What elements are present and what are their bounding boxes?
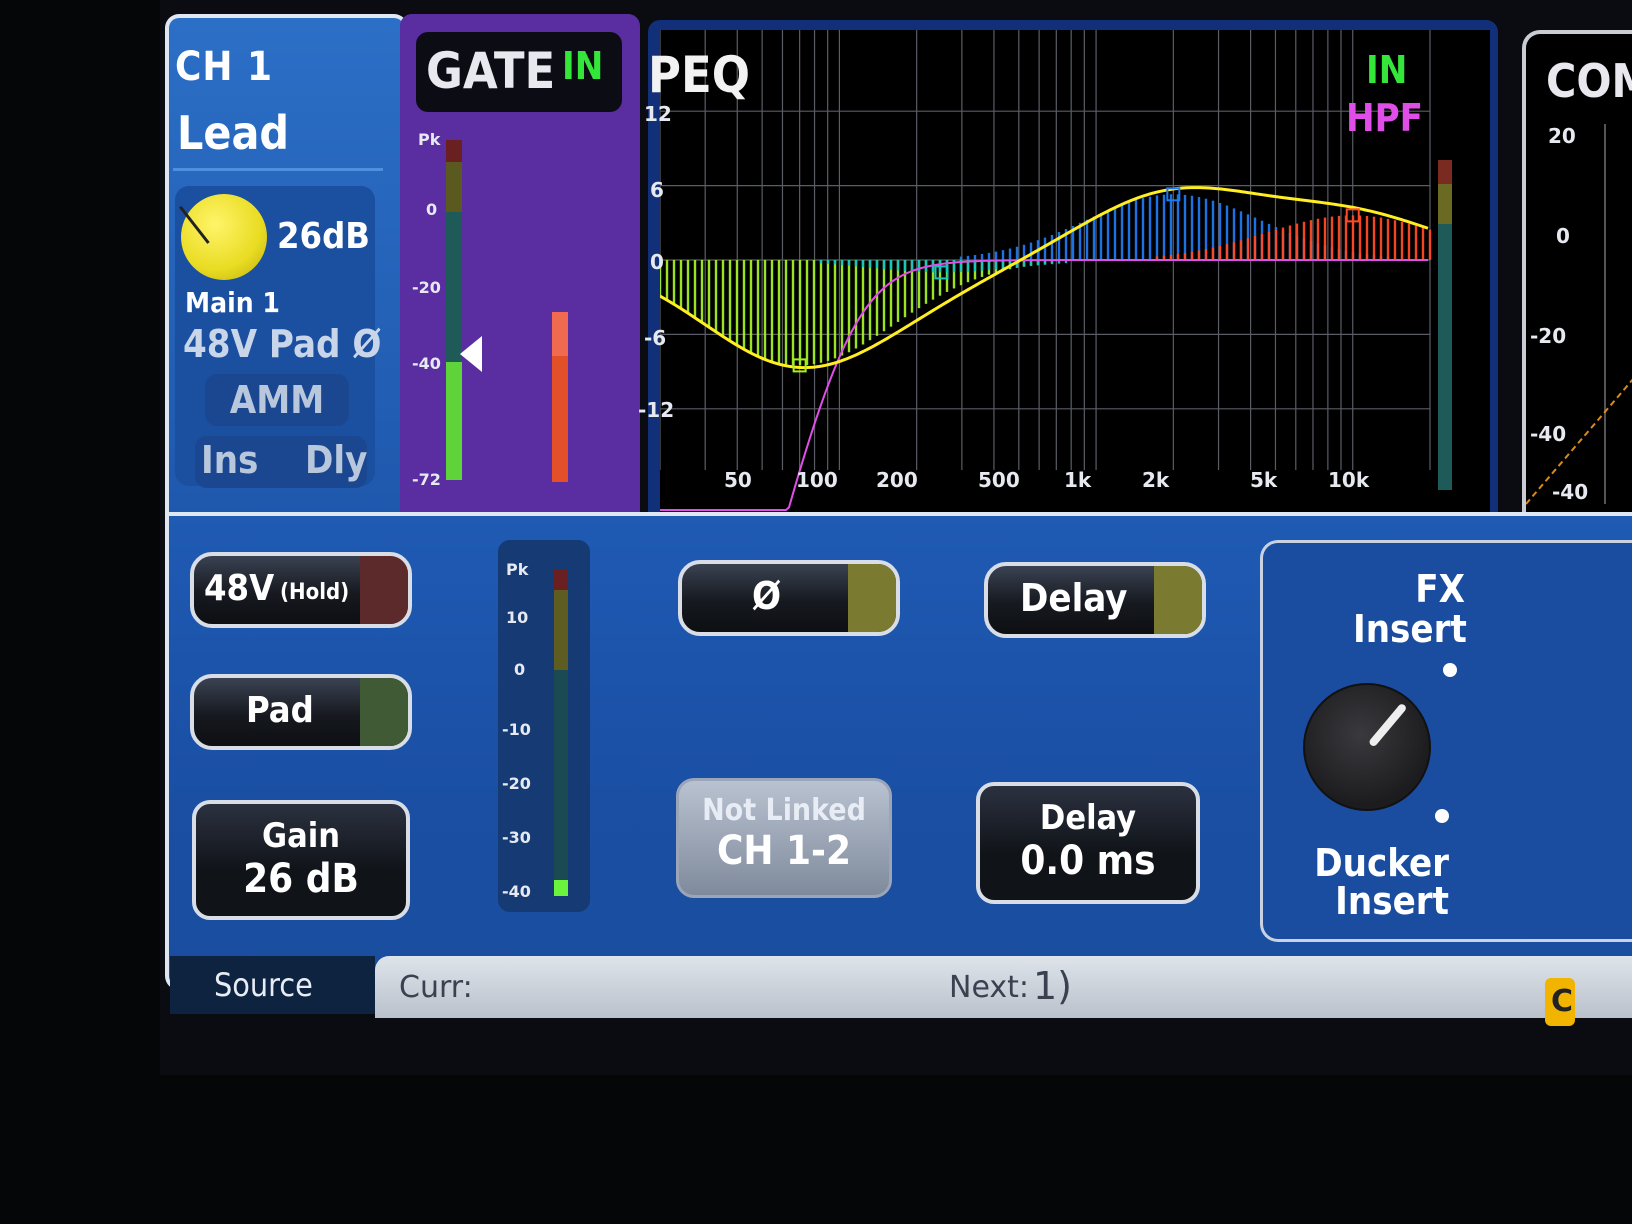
meter-0: 0	[514, 660, 526, 679]
ins-label: Ins	[201, 438, 259, 482]
knob-pointer	[178, 205, 210, 244]
preamp-flags: 48V Pad Ø	[183, 322, 382, 366]
peq-y-6: 6	[650, 178, 664, 202]
scene-bar: Curr: Next: 1) C	[375, 956, 1632, 1026]
output-assignment: Main 1	[185, 286, 280, 319]
delay-title: Delay	[1039, 798, 1137, 838]
phantom-label: 48V	[204, 568, 275, 609]
delay-indicator	[1154, 566, 1202, 634]
gate-panel[interactable]: GATE IN Pk 0 -20 -40 -72	[400, 14, 640, 514]
delay-value: 0.0 ms	[1020, 838, 1156, 884]
delay-value-button[interactable]: Delay 0.0 ms	[976, 782, 1200, 904]
fx-insert-line2: Insert	[1353, 607, 1467, 651]
next-value: 1)	[1033, 964, 1073, 1008]
meter-10: 10	[506, 608, 529, 627]
meter-m10: -10	[502, 720, 531, 739]
pad-indicator	[360, 678, 408, 746]
amm-label: AMM	[229, 378, 325, 422]
link-status: Not Linked	[702, 793, 866, 828]
threshold-marker-icon[interactable]	[460, 336, 482, 372]
insert-panel: FX Insert Ducker Insert	[1260, 540, 1632, 942]
divider	[173, 168, 383, 171]
peq-x-1k: 1k	[1064, 468, 1092, 492]
gate-title: GATE	[426, 42, 556, 100]
eq-band-handle-2[interactable]	[934, 265, 949, 280]
compressor-panel[interactable]: COM 20 0 -20 -40 -40	[1522, 30, 1632, 528]
phantom-hint: (Hold)	[280, 580, 350, 605]
gate-scale-pk: Pk	[418, 130, 441, 149]
scene-action-label: C	[1551, 984, 1574, 1019]
peq-output-meter	[1438, 160, 1452, 490]
gate-input-meter	[446, 140, 462, 480]
delay-toggle-label: Delay	[1020, 576, 1128, 620]
phantom-power-button[interactable]: 48V (Hold)	[190, 552, 412, 628]
peq-y-m6: -6	[644, 326, 667, 350]
amm-button[interactable]: AMM	[205, 374, 349, 426]
pad-button[interactable]: Pad	[190, 674, 412, 750]
comp-curve	[1526, 378, 1632, 505]
preamp-meter: Pk 10 0 -10 -20 -30 -40	[498, 540, 590, 912]
peq-x-100: 100	[796, 468, 838, 492]
gain-value: 26 dB	[243, 856, 359, 902]
peq-x-200: 200	[876, 468, 918, 492]
meter-m20: -20	[502, 774, 531, 793]
gain-readout: 26dB	[277, 216, 370, 257]
gate-status: IN	[562, 44, 604, 88]
gain-button[interactable]: Gain 26 dB	[192, 800, 410, 920]
dly-label: Dly	[305, 438, 368, 482]
channel-id: CH 1	[175, 44, 274, 90]
meter-pk: Pk	[506, 560, 529, 579]
peq-x-2k: 2k	[1142, 468, 1170, 492]
link-button[interactable]: Not Linked CH 1-2	[676, 778, 892, 898]
peq-x-5k: 5k	[1250, 468, 1278, 492]
gate-reduction-meter	[552, 312, 568, 482]
ins-dly-indicator[interactable]: Ins Dly	[195, 436, 367, 488]
meter-m40: -40	[502, 882, 531, 901]
ducker-insert-line2: Insert	[1335, 879, 1449, 923]
next-label: Next:	[949, 970, 1029, 1005]
gate-scale-0: 0	[426, 200, 438, 219]
gain-knob-icon[interactable]	[178, 194, 267, 280]
pad-label: Pad	[246, 690, 314, 731]
channel-panel: CH 1 Lead 26dB Main 1 48V Pad Ø AMM Ins …	[165, 14, 408, 523]
peq-y-0: 0	[650, 250, 664, 274]
tab-source-label: Source	[214, 966, 313, 1004]
scene-action-button[interactable]: C	[1545, 978, 1575, 1026]
insert-selector-knob-icon[interactable]	[1303, 683, 1431, 811]
meter-m30: -30	[502, 828, 531, 847]
polarity-label: Ø	[752, 574, 782, 618]
curr-label: Curr:	[399, 970, 473, 1005]
peq-y-12: 12	[644, 102, 672, 126]
peq-title: PEQ	[648, 46, 750, 104]
peq-x-50: 50	[724, 468, 752, 492]
hpf-label: HPF	[1346, 96, 1424, 140]
gate-header: GATE IN	[416, 32, 622, 112]
link-pair: CH 1-2	[716, 828, 852, 874]
peq-x-500: 500	[978, 468, 1020, 492]
polarity-indicator	[848, 564, 896, 632]
peq-y-m12: -12	[638, 398, 675, 422]
channel-name[interactable]: Lead	[177, 106, 289, 160]
gate-scale-40: -40	[412, 354, 441, 373]
meter-bar	[554, 570, 568, 896]
delay-toggle-button[interactable]: Delay	[984, 562, 1206, 638]
gain-title: Gain	[262, 816, 340, 856]
gate-scale-72: -72	[412, 470, 441, 489]
fx-insert-line1: FX	[1415, 567, 1465, 611]
tab-source[interactable]: Source	[170, 956, 375, 1014]
peq-status: IN	[1366, 48, 1408, 92]
insert-knob-pointer	[1367, 702, 1408, 748]
phantom-indicator	[360, 556, 408, 624]
ducker-position-dot	[1435, 809, 1449, 823]
polarity-button[interactable]: Ø	[678, 560, 900, 636]
peq-x-10k: 10k	[1328, 468, 1370, 492]
fx-position-dot	[1443, 663, 1457, 677]
peq-graph[interactable]: PEQ IN HPF 12 6 0 -6 -12 50 100 200 500 …	[638, 30, 1490, 514]
meter-level	[554, 880, 568, 896]
gate-scale-20: -20	[412, 278, 441, 297]
